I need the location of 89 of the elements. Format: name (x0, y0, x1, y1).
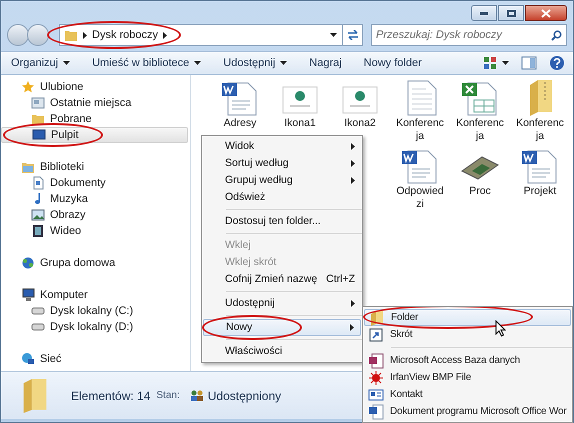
menu-item[interactable]: Właściwości (203, 343, 361, 360)
menu-item[interactable]: Udostępnij (203, 295, 361, 312)
computer-icon (21, 288, 35, 302)
folder-icon (369, 310, 385, 326)
desktop-icon (32, 128, 46, 142)
navigation-item[interactable]: Sieć (1, 351, 188, 367)
navigation-item[interactable]: Ostatnie miejsca (1, 95, 188, 111)
close-icon (541, 8, 551, 18)
navigation-item[interactable]: Dysk lokalny (C:) (1, 303, 188, 319)
file-item[interactable]: Konferencja (393, 79, 447, 143)
contact-card-icon (368, 386, 384, 402)
caret-icon (194, 61, 202, 65)
caret-icon (83, 32, 87, 38)
navigation-item[interactable]: Muzyka (1, 191, 188, 207)
view-button[interactable] (483, 56, 509, 70)
minimize-icon (480, 12, 488, 14)
caret-icon (280, 61, 288, 65)
file-item[interactable]: Konferencja (453, 79, 507, 143)
caret-icon (163, 32, 168, 38)
file-item[interactable]: Konferencja (513, 79, 567, 143)
menu-item[interactable]: Microsoft Access Baza danych (364, 352, 571, 369)
search-field[interactable]: Przeszukaj: Dysk roboczy (371, 24, 567, 46)
navigation-item[interactable]: Obrazy (1, 207, 188, 223)
menu-item[interactable]: IrfanView BMP File (364, 369, 571, 386)
help-icon[interactable] (549, 55, 565, 71)
picture-icon (31, 208, 45, 222)
shortcut-icon (368, 326, 384, 342)
search-icon (551, 30, 562, 41)
menu-item[interactable]: Sortuj według (203, 155, 361, 172)
preview-pane-icon[interactable] (521, 56, 537, 70)
submenu-arrow-icon (351, 177, 355, 184)
video-icon (31, 224, 45, 238)
toolbar-button[interactable]: Nowy folder (364, 54, 422, 72)
menu-item[interactable]: Dostosuj ten folder... (203, 213, 361, 230)
library-icon (21, 160, 35, 174)
submenu-arrow-icon (350, 324, 354, 331)
sharing-state: Udostępniony (208, 388, 282, 404)
navigation-item[interactable]: Dokumenty (1, 175, 188, 191)
navigation-item[interactable]: Wideo (1, 223, 188, 239)
close-button[interactable] (525, 5, 567, 21)
mouse-cursor-icon (495, 320, 506, 337)
refresh-icon (346, 30, 358, 40)
menu-item[interactable]: Folder (364, 309, 571, 326)
view-icon (483, 56, 497, 70)
doc-icon (31, 176, 45, 190)
homegroup-icon (21, 256, 35, 270)
splash-icon (368, 370, 384, 386)
submenu-arrow-icon (351, 300, 355, 307)
submenu-arrow-icon (351, 143, 355, 150)
maximize-button[interactable] (498, 5, 524, 21)
toolbar-button[interactable]: Organizuj (11, 54, 70, 72)
folder-icon (64, 29, 78, 41)
navigation-item[interactable]: Ulubione (1, 79, 188, 95)
state-label: Stan: (156, 389, 180, 403)
address-bar[interactable]: Dysk roboczy (59, 24, 363, 46)
folder-icon (23, 378, 47, 412)
file-item[interactable]: Proc (453, 147, 507, 211)
toolbar-button[interactable]: Umieść w bibliotece (92, 54, 202, 72)
navigation-item[interactable]: Pobrane (1, 111, 188, 127)
navigation-item[interactable]: Biblioteki (1, 159, 188, 175)
file-item[interactable]: Odpowiedzi (393, 147, 447, 211)
menu-item[interactable]: Grupuj według (203, 172, 361, 189)
network-icon (21, 352, 35, 366)
maximize-icon (506, 10, 516, 16)
menu-item[interactable]: Odśwież (203, 189, 361, 206)
recent-icon (31, 96, 45, 110)
toolbar-button[interactable]: Nagraj (309, 54, 342, 72)
menu-item[interactable]: Kontakt (364, 386, 571, 403)
item-count: Elementów: 14 (71, 388, 150, 404)
users-icon (190, 390, 204, 402)
dropdown-icon[interactable] (330, 33, 337, 37)
menu-item[interactable]: Skrót (364, 326, 571, 343)
caret-icon (502, 61, 509, 65)
document-icon (368, 404, 384, 420)
file-item[interactable]: Projekt (513, 147, 567, 211)
submenu-arrow-icon (351, 160, 355, 167)
navigation-item[interactable]: Komputer (1, 287, 188, 303)
breadcrumb[interactable]: Dysk roboczy (92, 26, 158, 44)
navigation-item[interactable]: Grupa domowa (1, 255, 188, 271)
star-icon (21, 80, 35, 94)
database-icon (368, 352, 384, 368)
navigation-item[interactable]: Pulpit (1, 127, 188, 143)
menu-item[interactable]: Nowy (203, 319, 361, 336)
navigation-item[interactable]: Dysk lokalny (D:) (1, 319, 188, 335)
caret-icon (63, 61, 70, 65)
menu-item[interactable]: Cofnij Zmień nazwę Ctrl+Z (203, 271, 361, 288)
minimize-button[interactable] (471, 5, 497, 21)
menu-item[interactable]: Dokument programu Microsoft Office Wor (364, 403, 571, 420)
toolbar-button[interactable]: Udostępnij (223, 54, 288, 72)
